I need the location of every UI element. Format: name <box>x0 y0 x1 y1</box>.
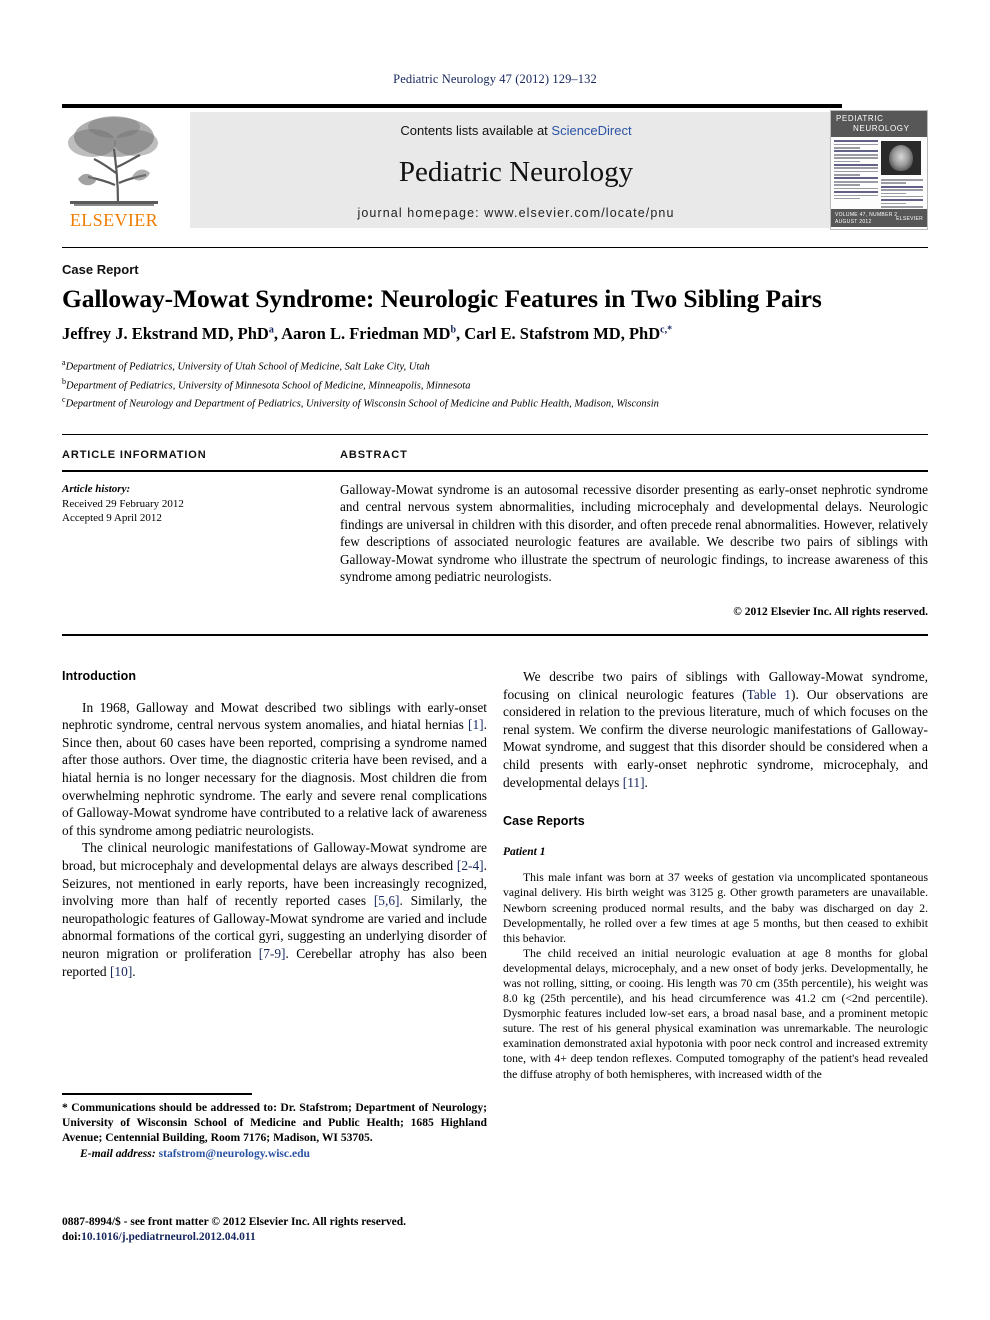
correspondence-text: * Communications should be addressed to:… <box>62 1101 487 1145</box>
article-history: Article history: Received 29 February 20… <box>62 482 312 526</box>
case-reports-heading: Case Reports <box>503 814 585 829</box>
email-label: E-mail address: <box>80 1146 156 1160</box>
patient-1-paragraph-2: The child received an initial neurologic… <box>503 946 928 1081</box>
cover-volume-line: VOLUME 47, NUMBER 2 <box>835 212 898 218</box>
author-1: Aaron L. Friedman MDb, <box>281 324 465 343</box>
article-history-label: Article history: <box>62 483 131 495</box>
patient-1-paragraph-1: This male infant was born at 37 weeks of… <box>503 871 928 945</box>
elsevier-tree-icon <box>68 116 158 206</box>
issn-line: 0887-8994/$ - see front matter © 2012 El… <box>62 1216 407 1228</box>
citation-11[interactable]: [11] <box>623 775 645 790</box>
cover-date-line: AUGUST 2012 <box>835 219 872 225</box>
citation-1[interactable]: [1] <box>468 717 484 732</box>
copyright-line: © 2012 Elsevier Inc. All rights reserved… <box>733 606 928 618</box>
journal-homepage-link[interactable]: journal homepage: www.elsevier.com/locat… <box>190 206 842 220</box>
cover-footer: VOLUME 47, NUMBER 2 AUGUST 2012 ELSEVIER <box>831 209 927 227</box>
cover-header: PEDIATRIC NEUROLOGY <box>831 111 927 137</box>
abstract-body: Galloway-Mowat syndrome is an autosomal … <box>340 482 928 585</box>
issn-footer: 0887-8994/$ - see front matter © 2012 El… <box>62 1215 487 1245</box>
right-column: We describe two pairs of siblings with G… <box>503 668 928 1082</box>
citation-7-9[interactable]: [7-9] <box>259 946 286 961</box>
affiliation-list: aDepartment of Pediatrics, University of… <box>62 356 928 412</box>
cover-publisher: ELSEVIER <box>896 216 923 222</box>
left-column: Introduction In 1968, Galloway and Mowat… <box>62 668 487 980</box>
doi-line: doi:10.1016/j.pediatrneurol.2012.04.011 <box>62 1230 487 1245</box>
email-link[interactable]: stafstrom@neurology.wisc.edu <box>159 1147 310 1160</box>
right-intro-paragraph: We describe two pairs of siblings with G… <box>503 669 929 790</box>
citation-5-6[interactable]: [5,6] <box>374 893 400 908</box>
received-date: Received 29 February 2012 <box>62 497 184 510</box>
abstract-heading: ABSTRACT <box>340 449 408 461</box>
journal-title: Pediatric Neurology <box>398 156 634 188</box>
info-block-bottom-rule <box>62 634 928 636</box>
cover-title-line1: PEDIATRIC <box>836 114 884 123</box>
journal-cover-thumbnail: PEDIATRIC NEUROLOGY VOLUME 47, NUMBER 2 … <box>830 110 928 230</box>
contents-prefix: Contents lists available at <box>400 123 552 138</box>
journal-banner: Contents lists available at ScienceDirec… <box>190 112 842 228</box>
email-line: E-mail address: stafstrom@neurology.wisc… <box>62 1146 487 1161</box>
citation-10[interactable]: [10] <box>110 964 132 979</box>
cover-brain-ct-image <box>881 141 921 175</box>
info-block-top-rule <box>62 434 928 435</box>
running-head: Pediatric Neurology 47 (2012) 129–132 <box>393 72 597 86</box>
introduction-heading: Introduction <box>62 669 137 683</box>
journal-masthead: ELSEVIER Contents lists available at Sci… <box>62 104 928 230</box>
patient-1-heading: Patient 1 <box>503 845 546 858</box>
contents-available-line: Contents lists available at ScienceDirec… <box>190 123 842 138</box>
article-type-label: Case Report <box>62 262 139 277</box>
elsevier-logo: ELSEVIER <box>62 111 166 230</box>
author-2: Carl E. Stafstrom MD, PhDc,* <box>464 324 673 343</box>
article-information-heading: ARTICLE INFORMATION <box>62 449 207 461</box>
intro-paragraph-2: The clinical neurologic manifestations o… <box>62 840 487 979</box>
doi-label: doi: <box>62 1231 82 1243</box>
footnote-rule <box>62 1093 252 1095</box>
intro-paragraph-1: In 1968, Galloway and Mowat described tw… <box>62 699 487 838</box>
affiliation-a: aDepartment of Pediatrics, University of… <box>62 358 430 373</box>
correspondence-footnote: * Communications should be addressed to:… <box>62 1100 487 1161</box>
citation-2-4[interactable]: [2-4] <box>457 858 484 873</box>
masthead-top-rule <box>62 104 842 108</box>
page-title: Galloway-Mowat Syndrome: Neurologic Feat… <box>62 284 822 313</box>
masthead-bottom-rule <box>62 247 928 248</box>
table-1-link[interactable]: Table 1 <box>747 687 791 702</box>
cover-title-line2: NEUROLOGY <box>853 124 910 133</box>
author-2-affil-mark: c,* <box>660 324 673 336</box>
doi-link[interactable]: 10.1016/j.pediatrneurol.2012.04.011 <box>81 1231 256 1243</box>
cover-toc-left <box>834 140 878 201</box>
elsevier-wordmark: ELSEVIER <box>69 210 159 230</box>
affiliation-c: cDepartment of Neurology and Department … <box>62 395 659 410</box>
cover-body <box>831 137 927 215</box>
affiliation-b: bDepartment of Pediatrics, University of… <box>62 376 471 392</box>
info-block-mid-rule <box>62 470 928 472</box>
sciencedirect-link[interactable]: ScienceDirect <box>551 123 631 138</box>
accepted-date: Accepted 9 April 2012 <box>62 512 162 524</box>
journal-article-page: Pediatric Neurology 47 (2012) 129–132 EL… <box>0 0 990 1320</box>
author-list: Jeffrey J. Ekstrand MD, PhDa, Aaron L. F… <box>62 324 928 344</box>
author-0: Jeffrey J. Ekstrand MD, PhDa, <box>62 324 282 343</box>
